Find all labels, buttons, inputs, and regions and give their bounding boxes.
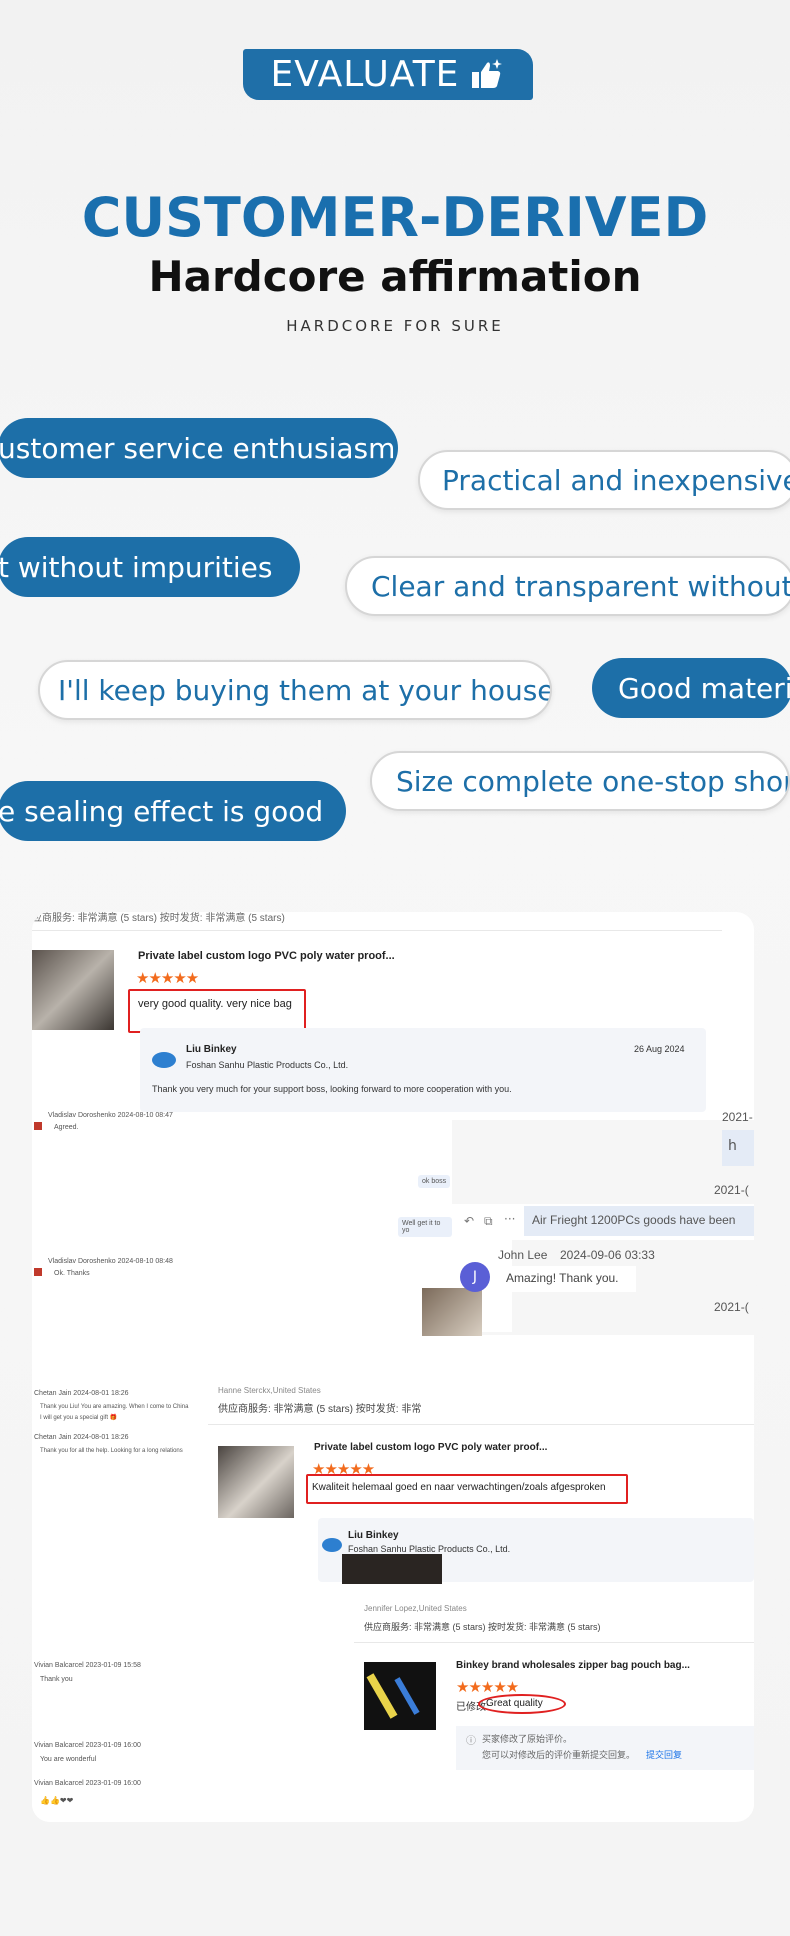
chat-message: Thank you Liu! You are amazing. When I c… [40, 1404, 189, 1410]
pill-good-material: Good materi [592, 658, 790, 718]
chat-bubble: Well get it to yo [398, 1217, 452, 1237]
reply-name: Liu Binkey [186, 1044, 237, 1055]
chat-bubble: h [722, 1130, 754, 1166]
chat-message: Thank you for all the help. Looking for … [40, 1448, 183, 1454]
badge-label: EVALUATE [270, 54, 460, 95]
reviewer-name: Hanne Sterckx,United States [218, 1386, 321, 1395]
notice-line2: 您可以对修改后的评价重新提交回复。 [482, 1750, 636, 1760]
chat-header: Vivian Balcarcel 2023-01-09 16:00 [34, 1780, 141, 1787]
product-thumbnail [32, 950, 114, 1030]
product-detail [394, 1677, 420, 1715]
chat-vladislav: Vladislav Doroshenko 2024-08-10 08:47 Ag… [32, 1112, 452, 1284]
pill-text: Good materi [618, 671, 790, 705]
pill-practical: Practical and inexpensive [418, 450, 790, 510]
page-title: CUSTOMER-DERIVED [81, 186, 709, 249]
chat-message: Agreed. [54, 1124, 79, 1131]
review-hanne: Hanne Sterckx,United States 供应商服务: 非常满意 … [208, 1382, 754, 1584]
divider [354, 1642, 754, 1643]
pill-text: I'll keep buying them at your house [58, 673, 552, 707]
chat-header: Chetan Jain 2024-08-01 18:26 [34, 1390, 129, 1397]
highlight-box [128, 989, 306, 1033]
pill-text: t without impurities [0, 550, 273, 584]
pill-service: ustomer service enthusiasm [0, 418, 398, 478]
pill-impurities: t without impurities [0, 537, 300, 597]
product-thumbnail [218, 1446, 294, 1518]
chat-header: Vladislav Doroshenko 2024-08-10 08:47 [48, 1112, 173, 1119]
highlight-oval [478, 1694, 566, 1714]
chat-john-lee: 2021- h 2021-( ↶ ⧉ ··· Air Frieght 1200P… [422, 1110, 754, 1336]
pill-text: Clear and transparent without [371, 569, 790, 603]
submit-reply-link[interactable]: 提交回复 [646, 1748, 682, 1761]
chat-header: Chetan Jain 2024-08-01 18:26 [34, 1434, 129, 1441]
review-jennifer: Jennifer Lopez,United States 供应商服务: 非常满意… [354, 1600, 754, 1814]
chat-message: I will get you a special gift 🎁 [40, 1415, 118, 1421]
chat-chetan: Chetan Jain 2024-08-01 18:26 Thank you L… [32, 1390, 212, 1480]
tagline: HARDCORE FOR SURE [286, 317, 504, 335]
chat-header: Vivian Balcarcel 2023-01-09 16:00 [34, 1742, 141, 1749]
pill-text: Practical and inexpensive [442, 463, 790, 497]
product-detail [366, 1673, 398, 1719]
reply-date: 26 Aug 2024 [634, 1044, 685, 1054]
chat-vivian: Vivian Balcarcel 2023-01-09 15:58 Thank … [32, 1662, 162, 1822]
chat-message: Amazing! Thank you. [500, 1266, 636, 1292]
chat-message: Thank you [40, 1676, 73, 1683]
divider [32, 930, 722, 931]
evaluate-badge: EVALUATE [243, 49, 533, 100]
reply-company: Foshan Sanhu Plastic Products Co., Ltd. [348, 1544, 511, 1554]
review-comment: very good quality. very nice bag [138, 998, 292, 1010]
rating-stars: ★★★★★ [456, 1678, 519, 1696]
reply-text: Thank you very much for your support bos… [152, 1084, 512, 1094]
copy-icon[interactable]: ⧉ [484, 1214, 493, 1229]
avatar [34, 1122, 42, 1130]
divider [208, 1424, 754, 1425]
chat-bubble: ok boss [418, 1175, 451, 1188]
chat-date: 2021-( [714, 1300, 749, 1314]
thumbs-up-sparkle-icon [472, 58, 503, 88]
chat-header: Vladislav Doroshenko 2024-08-10 08:48 [48, 1258, 173, 1265]
reply-company: Foshan Sanhu Plastic Products Co., Ltd. [186, 1060, 349, 1070]
review-comment: Kwaliteit helemaal goed en naar verwacht… [312, 1482, 606, 1493]
review-collage: 应商服务: 非常满意 (5 stars) 按时发货: 非常满意 (5 stars… [32, 912, 754, 1822]
rating-strip: 供应商服务: 非常满意 (5 stars) 按时发货: 非常 [218, 1404, 422, 1415]
rating-strip: 供应商服务: 非常满意 (5 stars) 按时发货: 非常满意 (5 star… [364, 1622, 601, 1632]
reply-icon[interactable]: ↶ [464, 1214, 474, 1228]
pill-text: Size complete one-stop shop [396, 764, 790, 798]
pill-text: e sealing effect is good [0, 794, 324, 828]
product-title[interactable]: Private label custom logo PVC poly water… [138, 950, 395, 962]
seller-reply: Liu Binkey Foshan Sanhu Plastic Products… [140, 1028, 706, 1112]
pill-text: ustomer service enthusiasm [0, 431, 396, 465]
pill-size: Size complete one-stop shop [370, 751, 790, 811]
chat-message: You are wonderful [40, 1756, 97, 1763]
rating-strip: 应商服务: 非常满意 (5 stars) 按时发货: 非常满意 (5 stars… [32, 913, 285, 924]
sender-name: John Lee [498, 1248, 548, 1262]
product-title[interactable]: Private label custom logo PVC poly water… [314, 1442, 547, 1453]
avatar [34, 1268, 42, 1276]
page-subtitle: Hardcore affirmation [148, 252, 642, 301]
reply-name: Liu Binkey [348, 1530, 399, 1541]
pill-sealing: e sealing effect is good [0, 781, 346, 841]
photo-thumbnail [422, 1288, 482, 1336]
avatar: J [460, 1262, 490, 1292]
info-icon: ⓘ [466, 1736, 476, 1747]
rating-stars: ★★★★★ [136, 969, 199, 987]
pill-keep-buying: I'll keep buying them at your house [38, 660, 552, 720]
product-title[interactable]: Binkey brand wholesales zipper bag pouch… [456, 1660, 690, 1671]
message-time: 2024-09-06 03:33 [560, 1248, 655, 1262]
modified-notice: ⓘ 买家修改了原始评价。 您可以对修改后的评价重新提交回复。 提交回复 [456, 1726, 754, 1770]
chat-date: 2021- [722, 1110, 753, 1124]
chat-bubble: Air Frieght 1200PCs goods have been [524, 1206, 754, 1236]
chat-message: 👍👍❤❤ [40, 1796, 74, 1805]
company-logo [152, 1052, 176, 1068]
notice-line1: 买家修改了原始评价。 [482, 1734, 573, 1744]
reviewer-name: Jennifer Lopez,United States [364, 1604, 467, 1613]
chat-message: Ok. Thanks [54, 1270, 90, 1277]
photo-fragment [342, 1554, 442, 1584]
chat-date: 2021-( [714, 1183, 749, 1197]
pill-clear: Clear and transparent without [345, 556, 790, 616]
chat-header: Vivian Balcarcel 2023-01-09 15:58 [34, 1662, 141, 1669]
more-icon[interactable]: ··· [504, 1212, 515, 1226]
company-logo [322, 1538, 342, 1552]
product-thumbnail [364, 1662, 436, 1730]
